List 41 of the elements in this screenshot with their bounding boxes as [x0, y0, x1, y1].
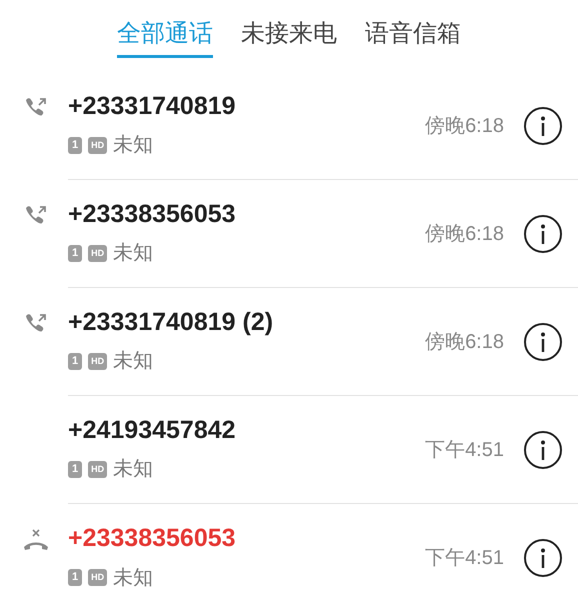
tab[interactable]: 未接来电 — [241, 12, 337, 58]
info-button[interactable] — [524, 539, 562, 577]
outgoing-call-icon — [24, 312, 48, 334]
call-time: 下午4:51 — [425, 438, 504, 462]
sim-badge: 1 — [68, 136, 82, 154]
hd-badge: HD — [88, 569, 108, 586]
info-button[interactable] — [524, 322, 562, 360]
tab[interactable]: 语音信箱 — [365, 12, 461, 58]
phone-number: +23331740819 (2) — [68, 306, 274, 338]
call-time: 傍晚6:18 — [425, 330, 504, 354]
info-icon — [540, 224, 546, 244]
hd-badge: HD — [88, 460, 108, 478]
location-label: 未知 — [113, 133, 154, 158]
hd-badge: HD — [88, 244, 108, 262]
location-label: 未知 — [113, 566, 154, 591]
call-time: 傍晚6:18 — [425, 114, 504, 138]
call-time: 傍晚6:18 — [425, 222, 504, 246]
location-label: 未知 — [113, 241, 154, 266]
info-button[interactable] — [524, 106, 562, 144]
info-icon — [540, 548, 546, 568]
outgoing-call-icon — [24, 96, 48, 118]
sim-badge: 1 — [68, 244, 82, 262]
outgoing-call-icon — [24, 204, 48, 226]
hd-badge: HD — [88, 352, 108, 370]
hd-badge: HD — [88, 136, 108, 154]
info-icon — [540, 440, 546, 460]
sim-badge: 1 — [68, 569, 82, 586]
sim-badge: 1 — [68, 352, 82, 370]
phone-number: +24193457842 — [68, 414, 237, 446]
phone-number: +23338356053 — [68, 198, 237, 230]
phone-number: +23338356053 — [68, 523, 237, 554]
sim-badge: 1 — [68, 460, 82, 478]
info-icon — [540, 332, 546, 352]
info-button[interactable] — [524, 430, 562, 468]
info-button[interactable] — [524, 214, 562, 252]
call-time: 下午4:51 — [425, 546, 504, 571]
info-icon — [540, 116, 546, 136]
phone-number: +23331740819 — [68, 90, 237, 122]
missed-call-icon — [23, 528, 49, 552]
location-label: 未知 — [113, 349, 154, 374]
location-label: 未知 — [113, 457, 154, 482]
